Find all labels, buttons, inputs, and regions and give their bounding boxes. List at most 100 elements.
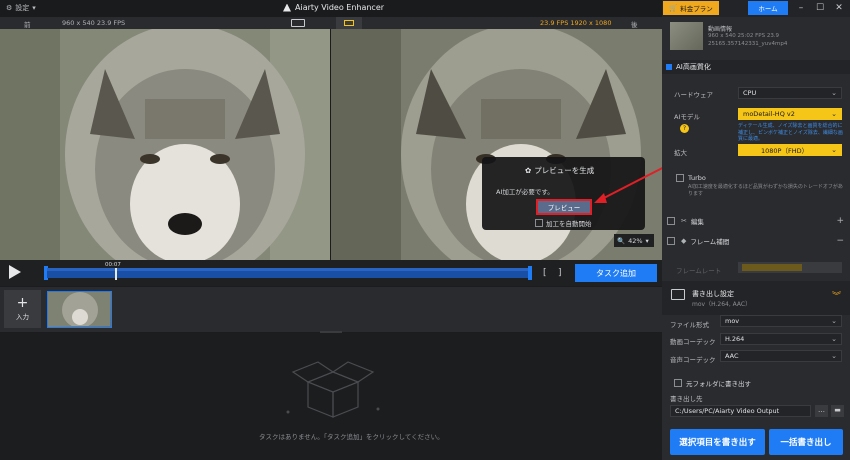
minimize-icon[interactable]: – bbox=[792, 1, 810, 15]
before-info: 960 x 540 23.9 FPS bbox=[62, 19, 126, 27]
ai-required-message: AI加工が必要です。 bbox=[496, 188, 554, 196]
video-codec-label: 動画コーデック bbox=[670, 338, 716, 346]
input-label: 入力 bbox=[16, 313, 29, 321]
after-info: 23.9 FPS 1920 x 1080 bbox=[540, 19, 612, 27]
help-icon[interactable]: ? bbox=[680, 124, 689, 133]
video-codec-select[interactable]: H.264 ⌄ bbox=[720, 333, 842, 345]
split-view-icon bbox=[344, 20, 354, 26]
ai-enhance-header[interactable]: AI高画質化 bbox=[662, 60, 850, 74]
before-label: 前 bbox=[24, 21, 31, 29]
export-settings-header[interactable]: 書き出し設定 mov（H.264, AAC） ︾ bbox=[662, 281, 850, 315]
input-button[interactable]: + 入力 bbox=[4, 290, 41, 328]
frame-interp-checkbox[interactable] bbox=[667, 237, 675, 245]
more-options-icon[interactable]: … bbox=[815, 405, 828, 417]
edit-label: 編集 bbox=[690, 218, 704, 226]
zoom-value: 42% bbox=[628, 236, 643, 245]
settings-button[interactable]: ⚙ 設定 ▾ bbox=[6, 3, 36, 13]
hardware-value: CPU bbox=[743, 89, 757, 97]
export-all-button[interactable]: 一括書き出し bbox=[769, 429, 843, 455]
export-settings-subtitle: mov（H.264, AAC） bbox=[692, 301, 752, 308]
mark-out-icon[interactable]: ] bbox=[558, 268, 562, 278]
play-icon[interactable] bbox=[9, 265, 21, 279]
frame-rate-value-bar bbox=[742, 264, 802, 271]
export-settings-title: 書き出し設定 bbox=[692, 290, 734, 298]
chevron-down-icon: ⌄ bbox=[831, 110, 837, 118]
hardware-label: ハードウェア bbox=[674, 91, 713, 99]
auto-start-checkbox[interactable] bbox=[535, 219, 543, 227]
export-selected-button[interactable]: 選択項目を書き出す bbox=[670, 429, 765, 455]
chevron-down-icon: ⌄ bbox=[831, 335, 837, 343]
edit-checkbox[interactable] bbox=[667, 217, 675, 225]
chevron-down-icon: ⌄ bbox=[831, 352, 837, 360]
preview-button[interactable]: プレビュー bbox=[536, 199, 592, 215]
chevron-down-icon: ⌄ bbox=[831, 317, 837, 325]
scale-value: 1080P（FHD） bbox=[761, 147, 809, 155]
close-icon[interactable]: ✕ bbox=[830, 1, 848, 15]
audio-codec-value: AAC bbox=[725, 352, 739, 360]
section-marker-icon bbox=[666, 64, 672, 70]
folder-icon[interactable]: ▬ bbox=[831, 405, 844, 417]
task-add-button[interactable]: タスク追加 bbox=[575, 264, 657, 282]
video-info-thumbnail bbox=[670, 22, 703, 50]
scale-select[interactable]: 1080P（FHD） ⌄ bbox=[738, 144, 842, 156]
expand-plus-icon[interactable]: + bbox=[836, 216, 844, 226]
preview-dialog-title: ✿ プレビューを生成 bbox=[525, 165, 594, 176]
ai-model-label: AIモデル bbox=[674, 113, 700, 121]
file-format-value: mov bbox=[725, 317, 740, 325]
collapse-minus-icon[interactable]: − bbox=[836, 236, 844, 246]
empty-task-message: タスクはありません。「タスク追加」をクリックしてください。 bbox=[259, 433, 444, 441]
turbo-label: Turbo bbox=[688, 174, 706, 182]
output-path-value: C:/Users/PC/Aiarty Video Output bbox=[675, 407, 780, 415]
auto-start-option[interactable]: 加工を自動開始 bbox=[535, 218, 592, 228]
turbo-checkbox[interactable] bbox=[676, 174, 684, 182]
turbo-option[interactable]: Turbo bbox=[676, 174, 706, 182]
hardware-select[interactable]: CPU ⌄ bbox=[738, 87, 842, 99]
home-button[interactable]: ホーム bbox=[748, 1, 788, 15]
wolf-image-before bbox=[0, 29, 330, 260]
app-logo-icon bbox=[283, 3, 291, 12]
zoom-icon: 🔍 bbox=[617, 236, 626, 245]
preview-dialog-title-text: プレビューを生成 bbox=[534, 166, 595, 175]
after-label: 後 bbox=[631, 21, 638, 29]
timeline-time-label: 00:07 bbox=[105, 262, 121, 268]
output-label: 書き出し先 bbox=[670, 395, 703, 403]
mark-in-icon[interactable]: [ bbox=[543, 268, 547, 278]
clip-thumbnail[interactable] bbox=[47, 291, 112, 328]
double-chevron-down-icon[interactable]: ︾ bbox=[832, 289, 841, 302]
ai-model-value: moDetail-HQ v2 bbox=[743, 110, 795, 118]
plus-icon: + bbox=[16, 295, 29, 311]
video-codec-value: H.264 bbox=[725, 335, 745, 343]
settings-panel: 動画情報 960 x 540 25:02 FPS 23.9 25165.3571… bbox=[662, 17, 850, 460]
frame-interp-header[interactable]: ◆ フレーム補間 − bbox=[662, 234, 850, 248]
frame-interp-icon: ◆ bbox=[681, 237, 687, 245]
video-info-title: 動画情報 bbox=[708, 26, 733, 33]
original-folder-label: 元フォルダに書き出す bbox=[686, 380, 751, 388]
compare-split-button[interactable] bbox=[336, 17, 362, 29]
edit-section-header[interactable]: ✂ 編集 + bbox=[662, 214, 850, 228]
pricing-button[interactable]: 🛒 料金プラン bbox=[663, 1, 719, 15]
compare-single-icon[interactable] bbox=[291, 19, 305, 27]
zoom-control[interactable]: 🔍 42% ▾ bbox=[614, 234, 654, 247]
scale-label: 拡大 bbox=[674, 149, 687, 157]
preview-before-pane[interactable] bbox=[0, 29, 330, 260]
empty-box-icon bbox=[286, 361, 380, 418]
original-folder-option[interactable]: 元フォルダに書き出す bbox=[674, 378, 751, 388]
original-folder-checkbox[interactable] bbox=[674, 379, 682, 387]
ai-model-description: ディテール生成、ノイズ除去と画質を総合的に補正し、ピンボケ補正とノイズ除去、繊細… bbox=[738, 123, 843, 142]
gear-icon: ⚙ bbox=[6, 4, 13, 12]
playhead[interactable] bbox=[114, 268, 117, 280]
export-file-icon bbox=[671, 289, 685, 300]
file-format-select[interactable]: mov ⌄ bbox=[720, 315, 842, 327]
maximize-icon[interactable]: ☐ bbox=[811, 1, 829, 15]
frame-rate-label: フレームレート bbox=[676, 267, 722, 275]
trim-end-handle[interactable] bbox=[528, 266, 532, 280]
audio-codec-select[interactable]: AAC ⌄ bbox=[720, 350, 842, 362]
output-path-field[interactable]: C:/Users/PC/Aiarty Video Output bbox=[670, 405, 811, 417]
preview-header: 前 960 x 540 23.9 FPS 23.9 FPS 1920 x 108… bbox=[0, 17, 662, 29]
wolf-thumbnail-image bbox=[48, 292, 110, 327]
auto-start-label: 加工を自動開始 bbox=[546, 220, 592, 228]
frame-rate-select[interactable] bbox=[738, 262, 842, 273]
cart-icon: 🛒 bbox=[669, 4, 678, 12]
ai-model-select[interactable]: moDetail-HQ v2 ⌄ bbox=[738, 108, 842, 120]
settings-label: 設定 bbox=[15, 4, 30, 12]
